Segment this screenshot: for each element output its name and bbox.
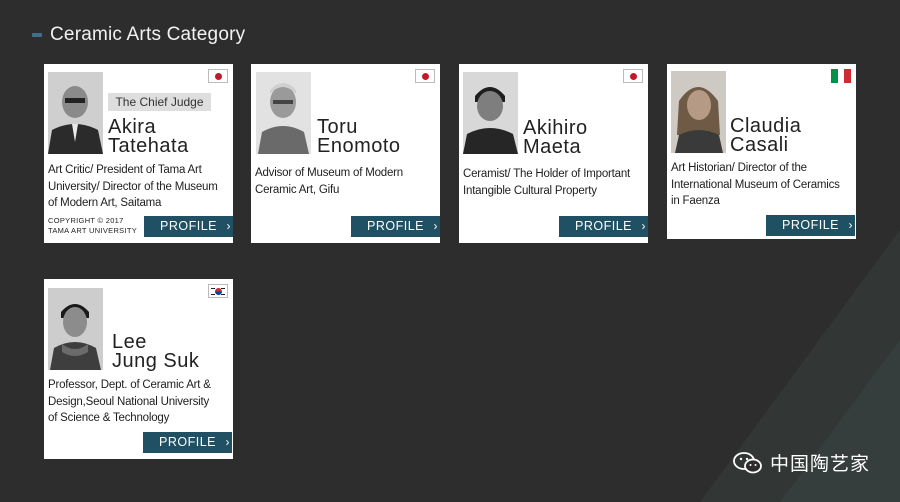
japan-flag-icon bbox=[208, 69, 228, 83]
desc-line-1: Advisor of Museum of Modern bbox=[255, 167, 403, 179]
watermark-text: 中国陶艺家 bbox=[769, 453, 870, 475]
portrait-photo bbox=[671, 71, 726, 153]
portrait-photo bbox=[256, 72, 311, 154]
judge-description: Advisor of Museum of Modern Ceramic Art,… bbox=[255, 165, 403, 198]
section-title: Ceramic Arts Category bbox=[50, 24, 246, 45]
section-header: Ceramic Arts Category bbox=[32, 24, 245, 46]
chevron-right-icon: › bbox=[225, 435, 230, 449]
profile-button-label: PROFILE bbox=[160, 219, 217, 233]
portrait-photo bbox=[463, 72, 518, 154]
desc-line-2: Ceramic Art, Gifu bbox=[255, 183, 340, 196]
chevron-right-icon: › bbox=[226, 219, 231, 233]
desc-line-2: Intangible Cultural Property bbox=[463, 184, 597, 197]
profile-button[interactable]: PROFILE › bbox=[559, 216, 648, 237]
judge-name: Toru Enomoto bbox=[317, 117, 401, 157]
desc-line-2: University/ Director of the Museum bbox=[48, 180, 218, 193]
judge-description: Art Critic/ President of Tama Art Univer… bbox=[48, 162, 218, 212]
desc-line-1: Art Historian/ Director of the bbox=[671, 162, 807, 174]
name-line-2: Jung Suk bbox=[112, 350, 200, 372]
profile-button[interactable]: PROFILE › bbox=[144, 216, 233, 237]
copyright-line-1: COPYRIGHT © 2017 bbox=[48, 216, 124, 225]
judge-name: Akira Tatehata bbox=[108, 117, 189, 157]
chevron-right-icon: › bbox=[433, 219, 438, 233]
desc-line-2: International Museum of Ceramics bbox=[671, 178, 840, 191]
judge-card-akira-tatehata: The Chief Judge Akira Tatehata Art Criti… bbox=[44, 64, 233, 243]
profile-button-label: PROFILE bbox=[159, 435, 216, 449]
copyright-line-2: TAMA ART UNIVERSITY bbox=[48, 226, 138, 235]
portrait-photo bbox=[48, 288, 103, 370]
chevron-right-icon: › bbox=[641, 219, 646, 233]
judge-name: Akihiro Maeta bbox=[523, 118, 588, 158]
profile-button-label: PROFILE bbox=[575, 219, 632, 233]
watermark: 中国陶艺家 bbox=[733, 449, 870, 476]
section-bullet-icon bbox=[32, 33, 42, 37]
desc-line-3: of Science & Technology bbox=[48, 412, 170, 424]
judge-description: Ceramist/ The Holder of Important Intang… bbox=[463, 166, 630, 199]
desc-line-3: in Faenza bbox=[671, 195, 720, 207]
japan-flag-icon bbox=[415, 69, 435, 83]
portrait-photo bbox=[48, 72, 103, 154]
profile-button[interactable]: PROFILE › bbox=[766, 215, 855, 236]
chevron-right-icon: › bbox=[848, 218, 853, 232]
profile-button[interactable]: PROFILE › bbox=[143, 432, 232, 453]
profile-button-label: PROFILE bbox=[782, 218, 839, 232]
korea-flag-icon bbox=[208, 284, 228, 298]
judge-description: Professor, Dept. of Ceramic Art & Design… bbox=[48, 377, 211, 427]
desc-line-1: Art Critic/ President of Tama Art bbox=[48, 164, 202, 176]
judge-name: Lee Jung Suk bbox=[112, 332, 200, 372]
copyright-notice: COPYRIGHT © 2017 TAMA ART UNIVERSITY bbox=[48, 216, 137, 236]
judge-card-toru-enomoto: Toru Enomoto Advisor of Museum of Modern… bbox=[251, 64, 440, 243]
desc-line-1: Professor, Dept. of Ceramic Art & bbox=[48, 379, 211, 391]
judge-card-lee-jung-suk: Lee Jung Suk Professor, Dept. of Ceramic… bbox=[44, 279, 233, 459]
italy-flag-icon bbox=[831, 69, 852, 83]
profile-button[interactable]: PROFILE › bbox=[351, 216, 440, 237]
desc-line-3: of Modern Art, Saitama bbox=[48, 197, 162, 209]
name-line-2: Casali bbox=[730, 134, 789, 156]
profile-button-label: PROFILE bbox=[367, 219, 424, 233]
judge-name: Claudia Casali bbox=[730, 116, 801, 156]
chief-judge-badge: The Chief Judge bbox=[108, 93, 211, 111]
wechat-icon bbox=[733, 451, 762, 473]
judge-description: Art Historian/ Director of the Internati… bbox=[671, 160, 840, 210]
judge-card-claudia-casali: Claudia Casali Art Historian/ Director o… bbox=[667, 64, 856, 239]
desc-line-1: Ceramist/ The Holder of Important bbox=[463, 168, 631, 180]
name-line-2: Maeta bbox=[523, 136, 582, 158]
name-line-2: Tatehata bbox=[108, 135, 189, 157]
japan-flag-icon bbox=[623, 69, 643, 83]
judge-card-akihiro-maeta: Akihiro Maeta Ceramist/ The Holder of Im… bbox=[459, 64, 648, 243]
desc-line-2: Design,Seoul National University bbox=[48, 395, 210, 408]
name-line-2: Enomoto bbox=[317, 135, 401, 157]
